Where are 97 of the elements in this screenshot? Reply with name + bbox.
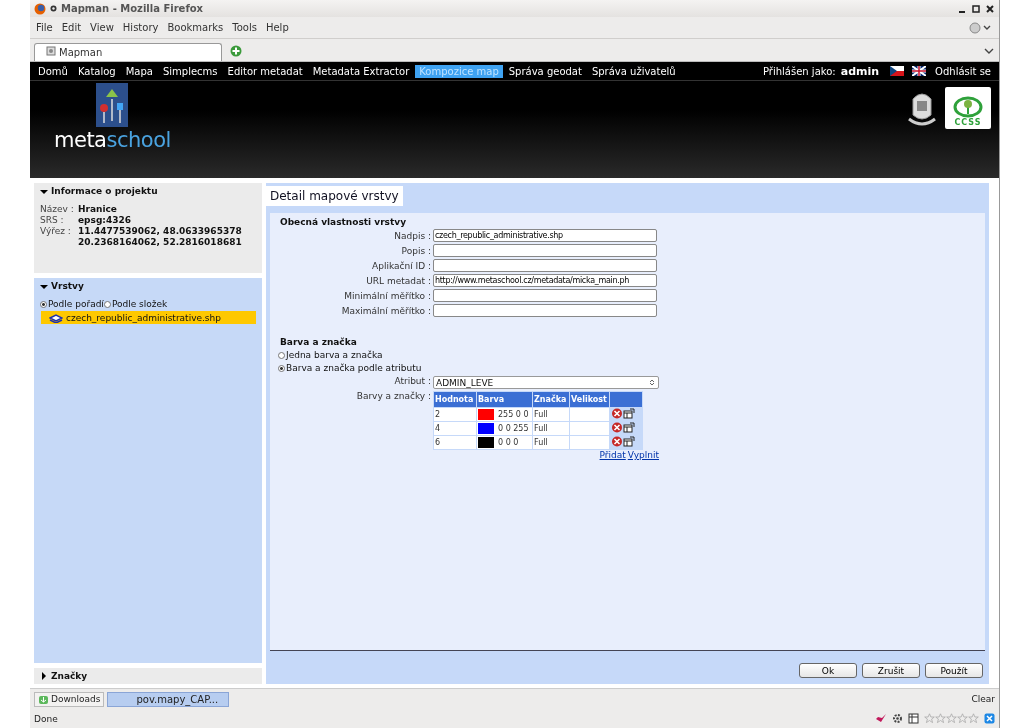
- input-field[interactable]: [433, 289, 657, 302]
- field-label: Maximální měřítko :: [340, 305, 431, 316]
- site-logo-text: metaschool: [54, 128, 171, 152]
- input-field[interactable]: http://www.metaschool.cz/metadata/micka_main.ph: [433, 274, 657, 287]
- tree-logo-icon: [953, 96, 983, 118]
- nav-link[interactable]: Simplecms: [158, 64, 222, 78]
- maximize-icon[interactable]: [971, 3, 981, 14]
- window-title: Mapman - Mozilla Firefox: [61, 3, 204, 14]
- uk-flag-icon[interactable]: [912, 66, 927, 76]
- user-name: admin: [840, 64, 880, 78]
- login-label: Přihlášen jako:: [763, 65, 836, 77]
- panel-header[interactable]: Informace o projektu: [40, 186, 256, 196]
- menu-item[interactable]: View: [90, 21, 114, 34]
- edit-icon[interactable]: [623, 408, 635, 419]
- field-label: Název :: [40, 204, 74, 215]
- input-field[interactable]: [433, 304, 657, 317]
- attribute-dropdown[interactable]: ADMIN_LEVE: [433, 376, 659, 389]
- star-icon: [935, 713, 946, 724]
- nav-link[interactable]: Mapa: [121, 64, 157, 78]
- menu-item[interactable]: Edit: [61, 21, 82, 34]
- section-heading: Obecná vlastnosti vrstvy: [280, 217, 407, 227]
- panel-title: Detail mapové vrstvy: [266, 186, 403, 206]
- profile-icon[interactable]: [969, 21, 993, 34]
- close-icon[interactable]: [985, 3, 995, 14]
- star-rating[interactable]: [924, 713, 979, 724]
- column-header: Velikost: [569, 391, 610, 408]
- style-radio[interactable]: Jedna barva a značka: [278, 350, 975, 360]
- layer-icon: [49, 312, 63, 323]
- spinner-icon: [648, 378, 656, 387]
- logout-link[interactable]: Odhlásit se: [931, 64, 995, 78]
- field-label: Minimální měřítko :: [343, 290, 431, 301]
- panel-header[interactable]: Značky: [40, 671, 256, 681]
- field-label: Výřez :: [40, 226, 72, 238]
- addon-icon[interactable]: [984, 713, 995, 724]
- input-field[interactable]: czech_republic_administrative.shp: [433, 229, 657, 242]
- edit-icon[interactable]: [623, 436, 635, 447]
- field-value: epsg:4326: [78, 215, 131, 226]
- star-icon: [968, 713, 979, 724]
- new-tab-icon[interactable]: [230, 45, 242, 57]
- menu-item[interactable]: Bookmarks: [167, 21, 224, 34]
- panel-header[interactable]: Vrstvy: [40, 281, 256, 291]
- input-field[interactable]: [433, 244, 657, 257]
- link[interactable]: Vyplnit: [627, 450, 659, 460]
- column-header: Hodnota: [433, 391, 477, 408]
- link[interactable]: Přidat: [599, 450, 626, 460]
- page-icon: [46, 45, 56, 56]
- delete-icon[interactable]: [611, 422, 623, 433]
- nav-link[interactable]: Metadata Extractor: [308, 64, 414, 78]
- field-label: URL metadat :: [365, 275, 431, 286]
- nav-link[interactable]: Správa uživatelů: [587, 64, 680, 78]
- window-menu-icon: [50, 5, 57, 12]
- section-heading: Barva a značka: [280, 337, 358, 347]
- menu-item[interactable]: Help: [265, 21, 289, 34]
- taskbar-button[interactable]: pov.mapy_CAP...: [107, 691, 230, 707]
- status-text: Done: [34, 713, 58, 724]
- grid-icon[interactable]: [908, 713, 919, 724]
- input-field[interactable]: [433, 259, 657, 272]
- field-label: SRS :: [40, 215, 65, 226]
- field-value: Hranice: [78, 204, 117, 215]
- field-label: Popis :: [400, 245, 431, 256]
- nav-link[interactable]: Katalog: [73, 64, 120, 78]
- downloads-button[interactable]: Downloads: [34, 691, 105, 707]
- clear-link[interactable]: Clear: [971, 694, 995, 704]
- menu-item[interactable]: History: [122, 21, 159, 34]
- star-icon: [957, 713, 968, 724]
- delete-icon[interactable]: [611, 436, 623, 447]
- field-label: Aplikační ID :: [371, 260, 431, 271]
- field-value: 20.2368164062, 52.2816018681: [78, 237, 242, 248]
- dialog-button[interactable]: Použít: [925, 663, 983, 678]
- nav-link[interactable]: Editor metadat: [223, 64, 307, 78]
- menu-item[interactable]: File: [36, 21, 53, 34]
- dialog-button[interactable]: Zrušit: [862, 663, 920, 678]
- browser-tab[interactable]: Mapman: [34, 43, 222, 61]
- school-logo-icon: [96, 83, 129, 127]
- download-icon: [38, 693, 49, 705]
- star-icon: [924, 713, 935, 724]
- partner-logo: CCSS: [945, 87, 991, 129]
- field-label: Barvy a značky :: [355, 391, 431, 401]
- dialog-button[interactable]: Ok: [799, 663, 857, 678]
- mode-radio[interactable]: Podle pořadí: [40, 299, 104, 309]
- menu-item[interactable]: Tools: [232, 21, 257, 34]
- firefox-icon: [34, 2, 46, 15]
- mode-radio[interactable]: Podle složek: [103, 299, 168, 309]
- czech-flag-icon[interactable]: [890, 66, 905, 76]
- style-radio[interactable]: Barva a značka podle atributu: [278, 363, 975, 373]
- column-header: Barva: [476, 391, 533, 408]
- nav-link[interactable]: Správa geodat: [504, 64, 586, 78]
- field-label: Nadpis :: [393, 230, 431, 241]
- delete-icon[interactable]: [611, 408, 623, 419]
- gear-icon[interactable]: [892, 713, 903, 724]
- column-header: Značka: [532, 391, 570, 408]
- nav-link[interactable]: Domů: [34, 64, 72, 78]
- field-label: Atribut :: [393, 376, 431, 386]
- field-value: 11.4477539062, 48.0633965378: [78, 226, 242, 237]
- layer-item[interactable]: czech_republic_administrative.shp: [41, 311, 256, 324]
- edit-icon[interactable]: [623, 422, 635, 433]
- star-icon: [946, 713, 957, 724]
